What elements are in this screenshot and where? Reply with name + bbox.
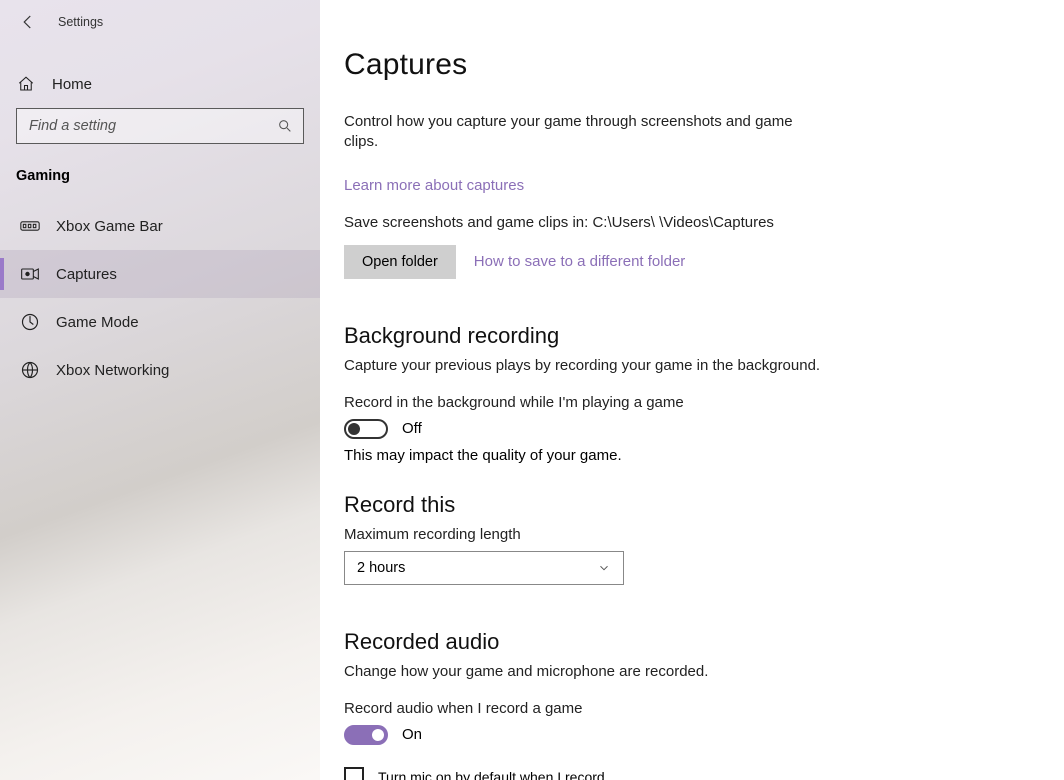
nav-item-xbox-networking[interactable]: Xbox Networking	[0, 346, 320, 394]
record-audio-toggle[interactable]	[344, 725, 388, 745]
recorded-audio-header: Recorded audio	[344, 629, 1016, 655]
back-button[interactable]	[16, 10, 40, 34]
nav-item-label: Xbox Game Bar	[56, 218, 163, 235]
audio-toggle-label: Record audio when I record a game	[344, 700, 1016, 717]
nav-item-label: Xbox Networking	[56, 362, 169, 379]
nav-item-label: Game Mode	[56, 314, 139, 331]
bg-recording-header: Background recording	[344, 323, 1016, 349]
section-label: Gaming	[0, 162, 320, 202]
nav-item-captures[interactable]: Captures	[0, 250, 320, 298]
max-length-value: 2 hours	[357, 560, 405, 576]
page-title: Captures	[344, 48, 1016, 82]
home-icon	[16, 74, 36, 94]
record-audio-toggle-state: On	[402, 726, 422, 743]
max-length-combo[interactable]: 2 hours	[344, 551, 624, 585]
sidebar: Settings Home Gaming Xbox Game Bar	[0, 0, 320, 780]
search-icon	[277, 118, 293, 134]
bg-recording-desc: Capture your previous plays by recording…	[344, 357, 1016, 374]
gamebar-icon	[20, 216, 40, 236]
bg-toggle-label: Record in the background while I'm playi…	[344, 394, 1016, 411]
how-to-link[interactable]: How to save to a different folder	[474, 253, 686, 270]
search-box[interactable]	[16, 108, 304, 144]
page-desc: Control how you capture your game throug…	[344, 112, 804, 153]
bg-record-toggle-state: Off	[402, 420, 422, 437]
recorded-audio-desc: Change how your game and microphone are …	[344, 663, 1016, 680]
nav-item-label: Captures	[56, 266, 117, 283]
bg-record-toggle[interactable]	[344, 419, 388, 439]
chevron-down-icon	[597, 561, 611, 575]
nav-item-game-mode[interactable]: Game Mode	[0, 298, 320, 346]
nav-list: Xbox Game Bar Captures Game Mode Xbox Ne…	[0, 202, 320, 394]
nav-item-xbox-game-bar[interactable]: Xbox Game Bar	[0, 202, 320, 250]
nav-home[interactable]: Home	[0, 62, 320, 108]
captures-icon	[20, 264, 40, 284]
save-path-text: Save screenshots and game clips in: C:\U…	[344, 214, 1016, 231]
network-icon	[20, 360, 40, 380]
gamemode-icon	[20, 312, 40, 332]
mic-default-label: Turn mic on by default when I record	[378, 769, 605, 780]
search-input[interactable]	[17, 109, 303, 143]
app-title: Settings	[58, 15, 103, 29]
open-folder-button[interactable]: Open folder	[344, 245, 456, 279]
max-length-label: Maximum recording length	[344, 526, 1016, 543]
bg-record-note: This may impact the quality of your game…	[344, 447, 1016, 464]
main-content: Captures Control how you capture your ga…	[320, 0, 1064, 780]
mic-default-checkbox[interactable]	[344, 767, 364, 780]
arrow-left-icon	[19, 13, 37, 31]
record-this-header: Record this	[344, 492, 1016, 518]
learn-more-link[interactable]: Learn more about captures	[344, 177, 524, 194]
nav-home-label: Home	[52, 76, 92, 93]
